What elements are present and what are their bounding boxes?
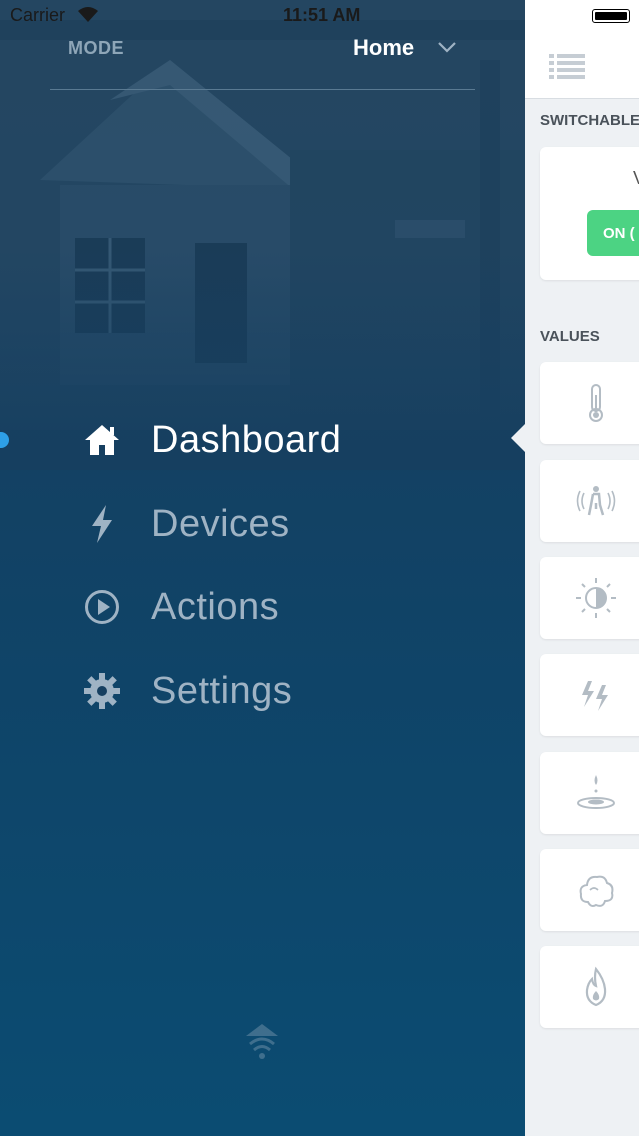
status-bar: Carrier 11:51 AM xyxy=(0,0,639,32)
home-wifi-logo-icon xyxy=(246,1024,278,1059)
menu-item-devices[interactable]: Devices xyxy=(80,494,290,554)
flame-icon xyxy=(585,966,607,1007)
value-card-motion[interactable] xyxy=(540,460,639,542)
menu-item-label: Dashboard xyxy=(151,418,342,461)
switchable-card-title: V xyxy=(633,168,639,189)
active-notch xyxy=(511,424,525,452)
cloud-smoke-icon xyxy=(579,875,614,907)
menu-item-label: Actions xyxy=(151,585,280,628)
mode-divider xyxy=(50,89,475,90)
home-icon xyxy=(80,418,124,462)
status-time: 11:51 AM xyxy=(283,5,361,25)
menu-item-label: Settings xyxy=(151,669,293,712)
mode-value[interactable]: Home xyxy=(353,35,414,61)
value-card-flame[interactable] xyxy=(540,946,639,1028)
value-card-smoke[interactable] xyxy=(540,849,639,931)
value-card-water[interactable] xyxy=(540,752,639,834)
battery-icon xyxy=(592,9,630,23)
brightness-icon xyxy=(576,578,616,618)
value-card-thermometer[interactable] xyxy=(540,362,639,444)
app-screen: MODE Home Dashboard Devices Actions Sett… xyxy=(0,0,639,1136)
value-card-brightness[interactable] xyxy=(540,557,639,639)
water-drop-icon xyxy=(577,775,615,809)
switchable-card: V ON ( xyxy=(540,147,639,280)
list-icon[interactable] xyxy=(549,53,585,79)
power-icon xyxy=(582,681,608,711)
play-circle-icon xyxy=(80,585,124,629)
gear-icon xyxy=(80,669,124,713)
wifi-icon xyxy=(78,7,98,22)
lightning-icon xyxy=(80,502,124,546)
values-title: VALUES xyxy=(540,328,600,345)
side-menu: MODE Home Dashboard Devices Actions Sett… xyxy=(0,0,525,1136)
menu-item-settings[interactable]: Settings xyxy=(80,661,292,721)
menu-item-label: Devices xyxy=(151,502,290,545)
value-card-power[interactable] xyxy=(540,654,639,736)
thermometer-icon xyxy=(589,384,603,422)
dashboard-panel: SWITCHABLE V ON ( VALUES xyxy=(525,0,639,1136)
menu-item-actions[interactable]: Actions xyxy=(80,577,279,637)
motion-sensor-icon xyxy=(576,486,616,516)
mode-label: MODE xyxy=(68,38,124,58)
on-button[interactable]: ON ( xyxy=(587,210,639,256)
chevron-down-icon[interactable] xyxy=(437,40,457,54)
status-carrier: Carrier xyxy=(10,5,66,25)
switchables-title: SWITCHABLE xyxy=(540,112,639,129)
menu-item-dashboard[interactable]: Dashboard xyxy=(80,410,341,470)
